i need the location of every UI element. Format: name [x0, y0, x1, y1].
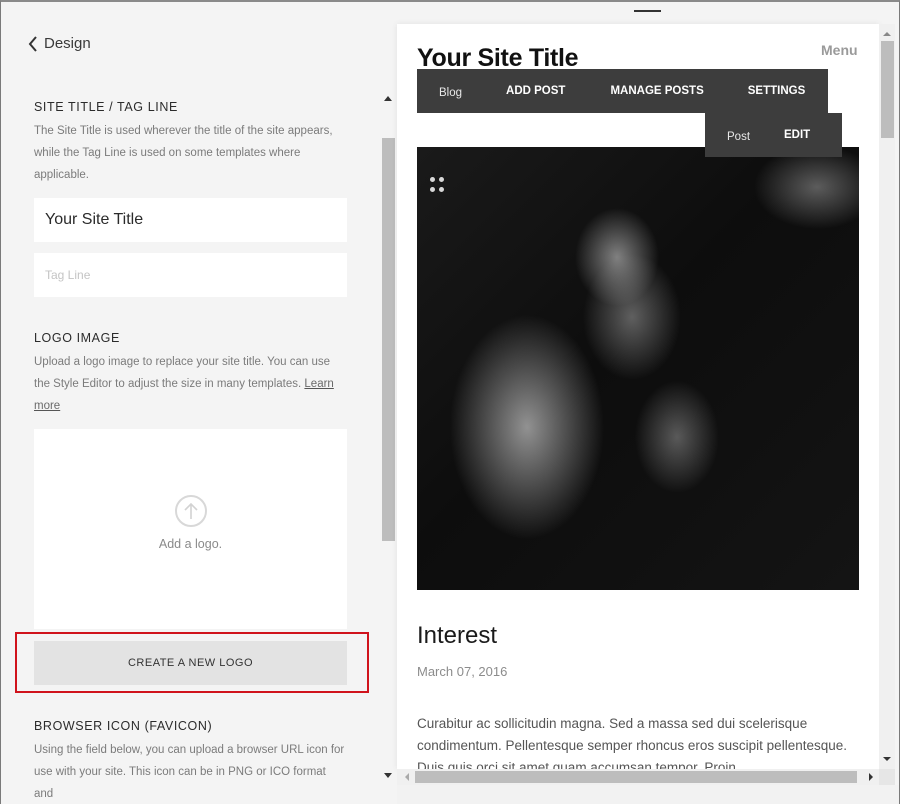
logo-upload-dropzone[interactable]: Add a logo. — [34, 429, 347, 629]
scroll-up-arrow-icon[interactable] — [883, 32, 891, 36]
preview-drag-handle[interactable] — [634, 10, 661, 12]
preview-menu-link[interactable]: Menu — [821, 42, 858, 58]
create-new-logo-button[interactable]: CREATE A NEW LOGO — [34, 641, 347, 685]
post-title[interactable]: Interest — [417, 622, 497, 650]
photo-detail — [439, 187, 444, 192]
back-to-design-link[interactable]: Design — [28, 35, 91, 52]
scroll-right-arrow-icon[interactable] — [869, 773, 873, 781]
post-date: March 07, 2016 — [417, 664, 508, 679]
favicon-heading: BROWSER ICON (FAVICON) — [34, 719, 213, 733]
upload-arrow-icon — [174, 495, 207, 527]
logo-image-description: Upload a logo image to replace your site… — [34, 351, 347, 417]
site-title-description: The Site Title is used wherever the titl… — [34, 125, 333, 181]
preview-horizontal-scrollbar[interactable] — [397, 769, 879, 785]
post-featured-image — [417, 147, 859, 590]
scroll-down-arrow-icon[interactable] — [384, 773, 392, 778]
favicon-description: Using the field below, you can upload a … — [34, 744, 345, 800]
preview-hscroll-thumb[interactable] — [415, 771, 857, 783]
photo-detail — [430, 177, 435, 182]
toolbar-context-post: Post — [727, 131, 751, 143]
preview-vscroll-thumb[interactable] — [881, 41, 894, 138]
scroll-left-arrow-icon[interactable] — [405, 773, 409, 781]
add-logo-label: Add a logo. — [158, 537, 223, 551]
logo-image-heading: LOGO IMAGE — [34, 331, 120, 345]
preview-vertical-scrollbar[interactable] — [879, 24, 895, 769]
toolbar-context-blog: Blog — [439, 87, 463, 99]
site-title-section: SITE TITLE / TAG LINE The Site Title is … — [34, 100, 347, 186]
post-edit-toolbar: Post EDIT — [705, 113, 842, 157]
favicon-section: BROWSER ICON (FAVICON) Using the field b… — [34, 719, 347, 804]
logo-image-section: LOGO IMAGE Upload a logo image to replac… — [34, 331, 347, 417]
sidebar-scroll-thumb[interactable] — [382, 138, 395, 541]
photo-detail — [430, 187, 435, 192]
scroll-up-arrow-icon[interactable] — [384, 96, 392, 101]
blog-edit-toolbar: Blog ADD POST MANAGE POSTS SETTINGS — [417, 69, 828, 113]
settings-button[interactable]: SETTINGS — [748, 85, 806, 97]
edit-post-button[interactable]: EDIT — [784, 129, 810, 141]
site-title-input[interactable] — [34, 198, 347, 242]
preview-bottom-strip — [397, 785, 899, 804]
logo-description-text: Upload a logo image to replace your site… — [34, 356, 330, 390]
site-preview: Your Site Title Menu Blog ADD POST MANAG… — [397, 24, 879, 769]
sidebar-scrollbar[interactable] — [381, 82, 395, 782]
back-label: Design — [44, 35, 91, 52]
design-settings-panel: Design SITE TITLE / TAG LINE The Site Ti… — [1, 2, 397, 804]
site-title-heading: SITE TITLE / TAG LINE — [34, 100, 178, 114]
add-post-button[interactable]: ADD POST — [506, 85, 565, 97]
scrollbar-corner — [879, 769, 895, 785]
post-body: Curabitur ac sollicitudin magna. Sed a m… — [417, 716, 847, 769]
scroll-down-arrow-icon[interactable] — [883, 757, 891, 761]
manage-posts-button[interactable]: MANAGE POSTS — [610, 85, 703, 97]
photo-detail — [439, 177, 444, 182]
tagline-input[interactable] — [34, 253, 347, 297]
chevron-left-icon — [28, 35, 37, 52]
